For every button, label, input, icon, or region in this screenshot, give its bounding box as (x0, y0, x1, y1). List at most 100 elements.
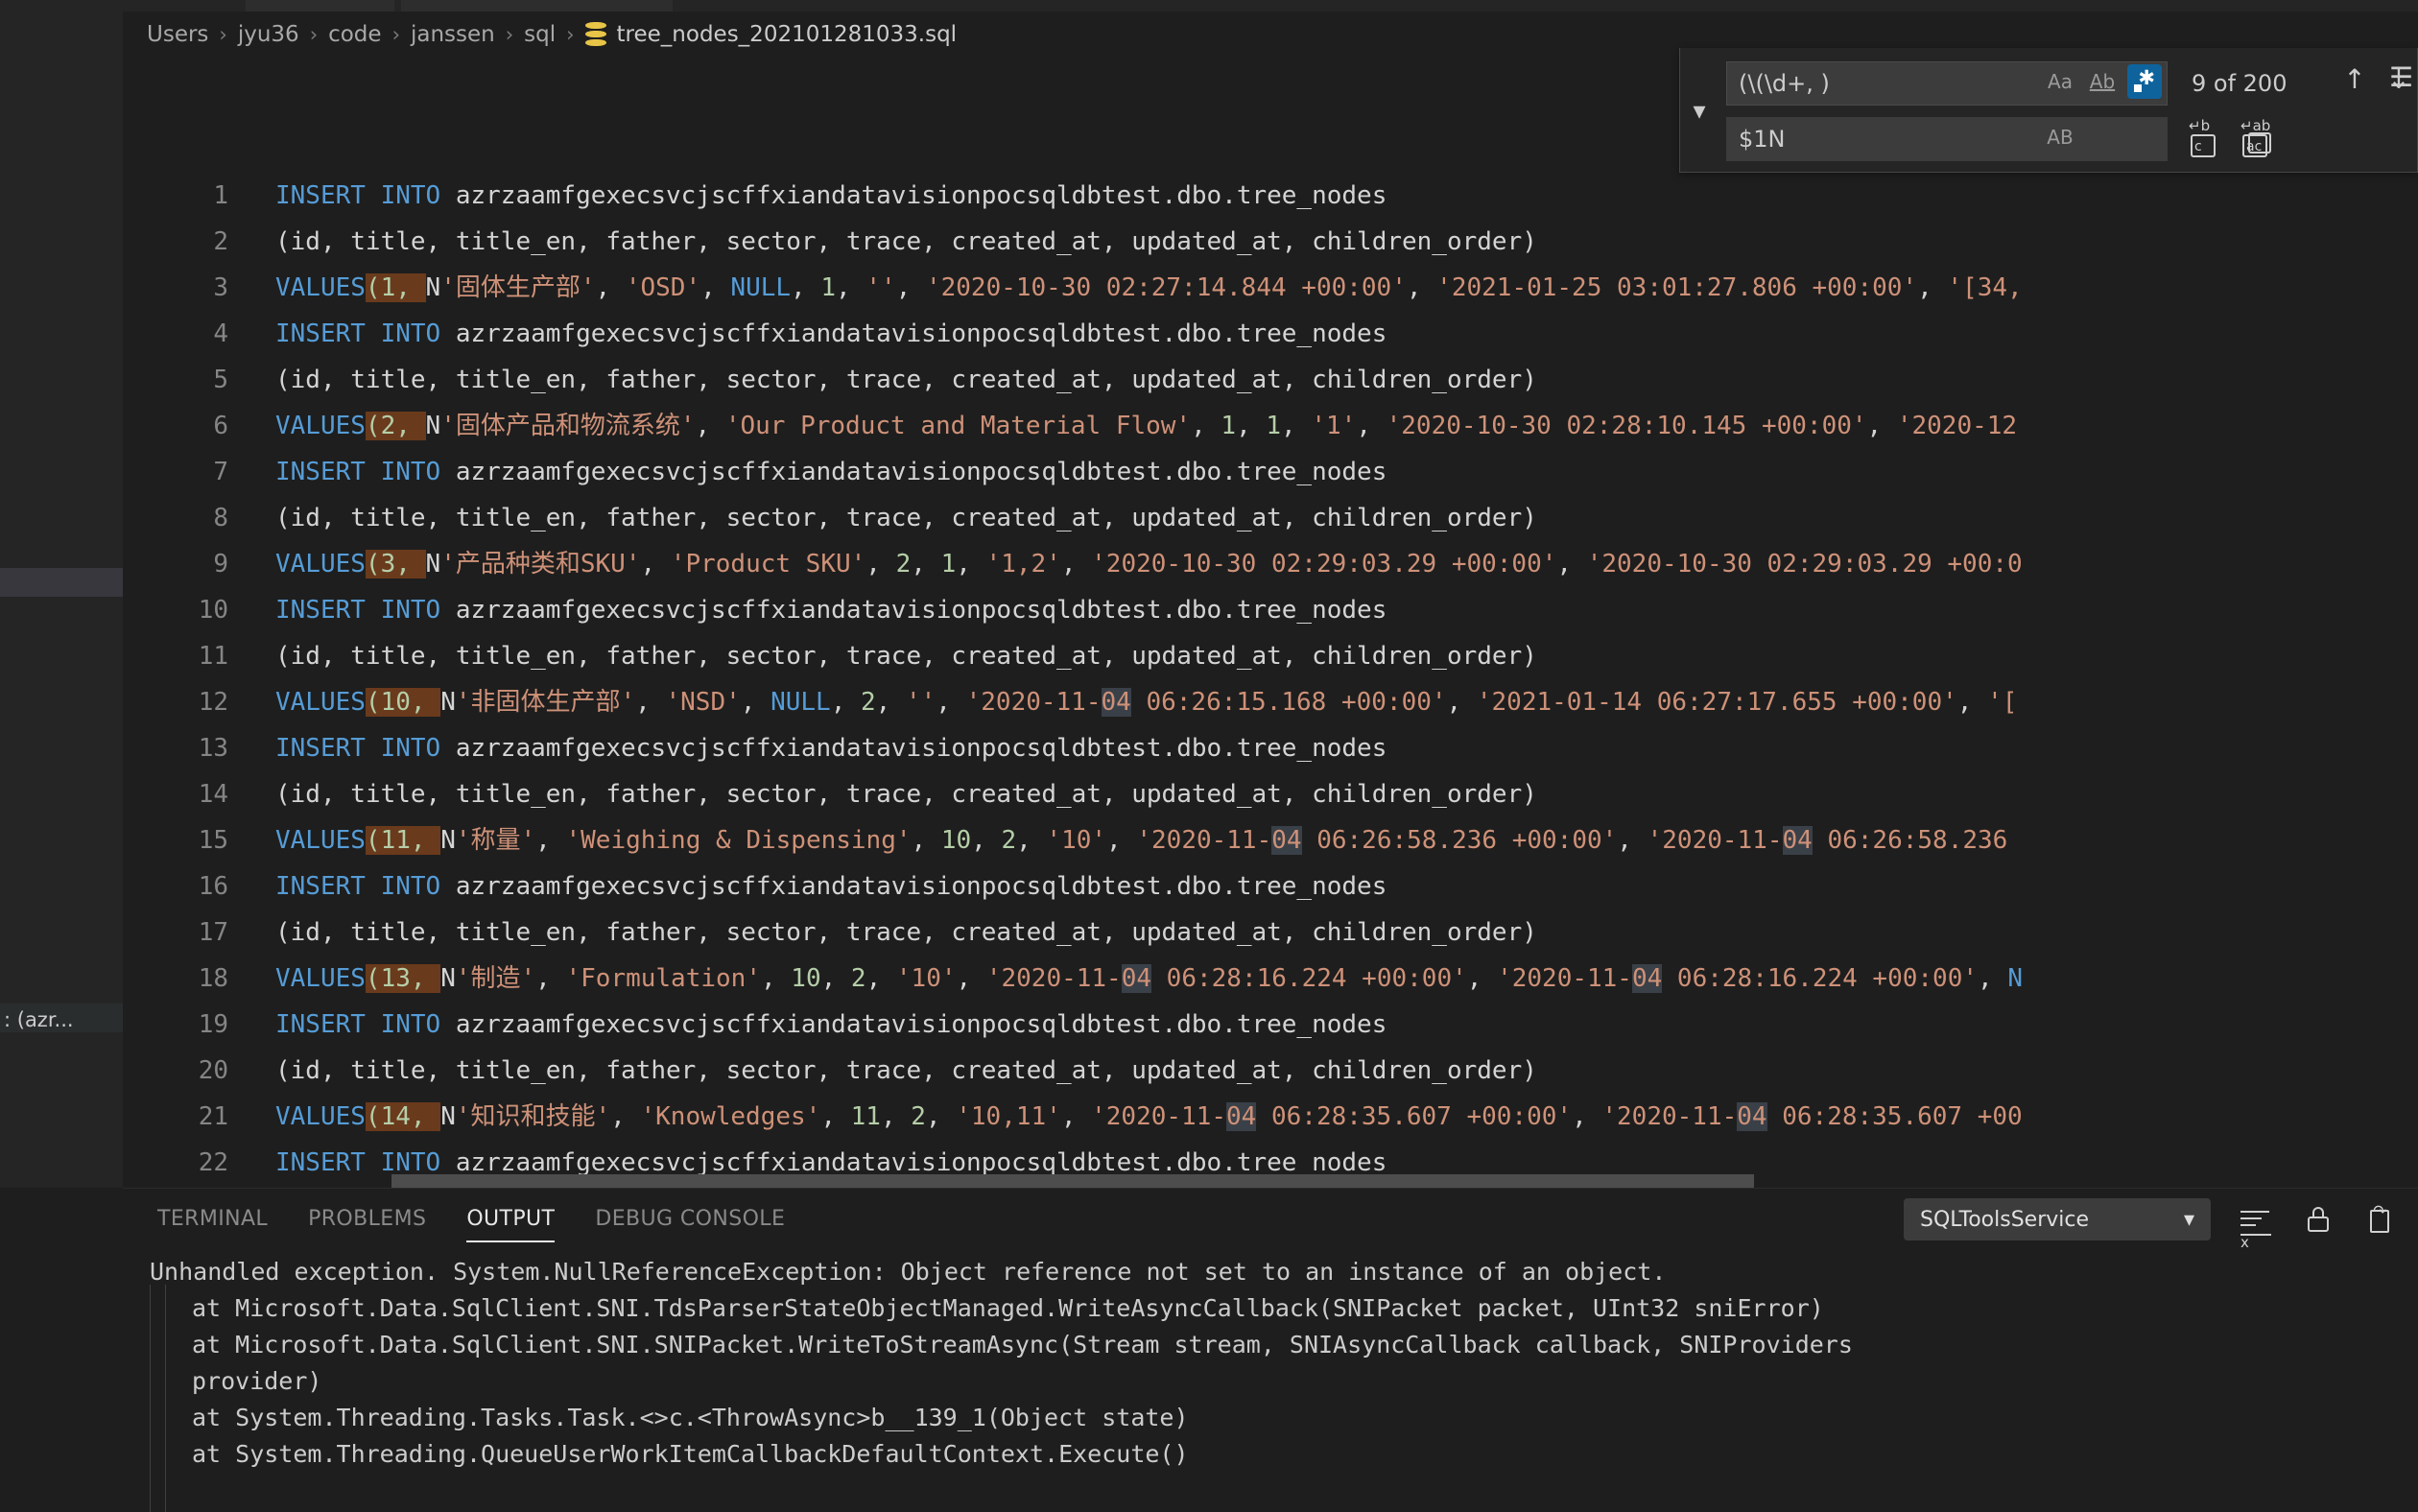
code-line[interactable]: 9 VALUES(3, N'产品种类和SKU', 'Product SKU', 2… (123, 541, 2418, 587)
breadcrumb-separator-icon: › (219, 23, 227, 46)
breadcrumb-item-4[interactable]: sql (524, 22, 556, 47)
preserve-case-icon[interactable]: AB (2043, 120, 2077, 154)
output-line: at Microsoft.Data.SqlClient.SNI.SNIPacke… (192, 1331, 1853, 1358)
editor-tab-ghost-1[interactable] (246, 0, 394, 12)
panel-tab-terminal[interactable]: TERMINAL (157, 1189, 268, 1248)
code-token: '固体生产部' (440, 273, 596, 302)
code-line[interactable]: 16 INSERT INTO azrzaamfgexecsvcjscffxiand… (123, 863, 2418, 910)
line-number: 15 (198, 826, 228, 855)
breadcrumb-item-2[interactable]: code (328, 22, 381, 47)
use-regex-icon[interactable]: ✱ (2127, 64, 2162, 99)
code-token: , (1617, 826, 1648, 855)
code-line[interactable]: 19 INSERT INTO azrzaamfgexecsvcjscffxiand… (123, 1002, 2418, 1048)
whole-word-icon[interactable]: Ab (2085, 64, 2120, 99)
code-token: , (875, 688, 906, 717)
code-line[interactable]: 3 VALUES(1, N'固体生产部', 'OSD', NULL, 1, '',… (123, 265, 2418, 311)
breadcrumb-item-0[interactable]: Users (147, 22, 208, 47)
code-line[interactable]: 4 INSERT INTO azrzaamfgexecsvcjscffxianda… (123, 311, 2418, 357)
panel-left-filler (0, 1189, 123, 1512)
output-line: provider) (192, 1367, 322, 1395)
output-line: Unhandled exception. System.NullReferenc… (150, 1258, 1667, 1286)
breadcrumb-item-1[interactable]: jyu36 (238, 22, 299, 47)
code-line[interactable]: 8 (id, title, title_en, father, sector, t… (123, 495, 2418, 541)
editor-horizontal-scrollbar[interactable] (391, 1174, 1754, 1188)
code-line[interactable]: 7 INSERT INTO azrzaamfgexecsvcjscffxianda… (123, 449, 2418, 495)
line-number: 10 (198, 596, 228, 625)
code-line[interactable]: 2 (id, title, title_en, father, sector, t… (123, 219, 2418, 265)
code-line[interactable]: 6 VALUES(2, N'固体产品和物流系统', 'Our Product an… (123, 403, 2418, 449)
code-token: azrzaamfgexecsvcjscffxiandatavisionpocsq… (440, 734, 1387, 763)
lock-scroll-icon[interactable] (2299, 1200, 2337, 1239)
find-replace-widget[interactable]: ▾ (\(\d+, ) Aa Ab ✱ 9 of 200 ↑ ↓ ☰ $1N A… (1679, 48, 2418, 173)
code-line[interactable]: 10 INSERT INTO azrzaamfgexecsvcjscffxiand… (123, 587, 2418, 633)
toggle-replace-chevron-down-icon[interactable]: ▾ (1682, 90, 1717, 132)
code-line[interactable]: 12 VALUES(10, N'非固体生产部', 'NSD', NULL, 2, … (123, 679, 2418, 725)
code-token: , (1956, 688, 1988, 717)
code-token: INSERT INTO (275, 1010, 441, 1039)
breadcrumb-item-3[interactable]: janssen (411, 22, 495, 47)
clear-output-icon[interactable]: x (2236, 1200, 2274, 1251)
previous-match-icon[interactable]: ↑ (2340, 63, 2369, 95)
code-text: VALUES(1, N'固体生产部', 'OSD', NULL, 1, '', … (228, 265, 2023, 311)
code-line[interactable]: 15 VALUES(11, N'称量', 'Weighing & Dispensi… (123, 817, 2418, 863)
panel-tab-list: TERMINAL PROBLEMS OUTPUT DEBUG CONSOLE (123, 1189, 785, 1248)
code-line[interactable]: 21 VALUES(14, N'知识和技能', 'Knowledges', 11,… (123, 1094, 2418, 1140)
code-editor[interactable]: 1 INSERT INTO azrzaamfgexecsvcjscffxianda… (123, 58, 2418, 1188)
code-token: N (2007, 964, 2023, 993)
code-text: INSERT INTO azrzaamfgexecsvcjscffxiandat… (228, 725, 1387, 771)
panel-tab-debug-console[interactable]: DEBUG CONSOLE (595, 1189, 785, 1248)
current-match-highlight: (2, (365, 412, 426, 440)
chevron-down-icon: ▾ (2183, 1207, 2194, 1232)
current-match-highlight: (14, (365, 1102, 441, 1131)
find-options: Aa Ab ✱ (2043, 64, 2162, 99)
code-line[interactable]: 20 (id, title, title_en, father, sector, … (123, 1048, 2418, 1094)
line-number: 3 (213, 273, 228, 302)
match-highlight: 04 (1101, 688, 1131, 717)
breadcrumb-file-name[interactable]: tree_nodes_202101281033.sql (617, 22, 958, 47)
code-token: 06:28:35.607 +00:00' (1256, 1102, 1573, 1131)
code-token: 'OSD' (625, 273, 701, 302)
code-text: VALUES(2, N'固体产品和物流系统', 'Our Product and… (228, 403, 2017, 449)
code-text: INSERT INTO azrzaamfgexecsvcjscffxiandat… (228, 1002, 1387, 1048)
line-number: 16 (198, 872, 228, 901)
code-token: '2021-01-14 06:27:17.655 +00:00' (1476, 688, 1957, 717)
code-token: , (640, 550, 671, 579)
open-in-editor-icon[interactable]: ↷ (2362, 1200, 2401, 1239)
panel-actions: SQLToolsService ▾ x ↷ (1904, 1198, 2401, 1251)
code-token: , (535, 964, 566, 993)
code-token: , (956, 964, 986, 993)
code-line[interactable]: 18 VALUES(13, N'制造', 'Formulation', 10, 2… (123, 956, 2418, 1002)
code-line[interactable]: 14 (id, title, title_en, father, sector, … (123, 771, 2418, 817)
code-line[interactable]: 17 (id, title, title_en, father, sector, … (123, 910, 2418, 956)
code-token: NULL (770, 688, 831, 717)
output-channel-select[interactable]: SQLToolsService ▾ (1904, 1198, 2211, 1240)
match-case-icon[interactable]: Aa (2043, 64, 2077, 99)
sidebar-ghost-label: : (azr... (4, 1008, 74, 1031)
replace-all-icon[interactable]: ↵ab ac (2239, 117, 2275, 157)
code-token: (id, title, title_en, father, sector, tr… (275, 780, 1537, 809)
code-token: '2021-01-25 03:01:27.806 +00:00' (1436, 273, 1918, 302)
code-token: '2020-11- (1136, 826, 1272, 855)
code-token: , (1978, 964, 2008, 993)
output-content[interactable]: Unhandled exception. System.NullReferenc… (123, 1248, 2418, 1512)
panel-tab-output[interactable]: OUTPUT (466, 1189, 556, 1248)
code-line[interactable]: 13 INSERT INTO azrzaamfgexecsvcjscffxiand… (123, 725, 2418, 771)
replace-icon[interactable]: ↵b c (2187, 117, 2223, 157)
sidebar-ghost-row-1[interactable] (0, 568, 123, 597)
replace-input[interactable]: $1N (1726, 117, 2168, 161)
breadcrumb-separator-icon: › (566, 23, 575, 46)
code-token: , (740, 688, 771, 717)
code-line[interactable]: 11 (id, title, title_en, father, sector, … (123, 633, 2418, 679)
editor-tab-ghost-2[interactable] (401, 0, 673, 12)
code-token: 06:28:35.607 +00 (1766, 1102, 2023, 1131)
code-line[interactable]: 5 (id, title, title_en, father, sector, t… (123, 357, 2418, 403)
lock-glyph (2308, 1207, 2329, 1232)
current-match-highlight: (13, (365, 964, 441, 993)
code-token: 'Our Product and Material Flow' (724, 412, 1192, 440)
line-number: 12 (198, 688, 228, 717)
panel-tab-problems[interactable]: PROBLEMS (308, 1189, 426, 1248)
match-highlight: 04 (1271, 826, 1302, 855)
find-in-selection-menu-icon[interactable]: ☰ (2389, 61, 2413, 93)
breadcrumb-separator-icon: › (391, 23, 400, 46)
code-line[interactable]: 1 INSERT INTO azrzaamfgexecsvcjscffxianda… (123, 173, 2418, 219)
